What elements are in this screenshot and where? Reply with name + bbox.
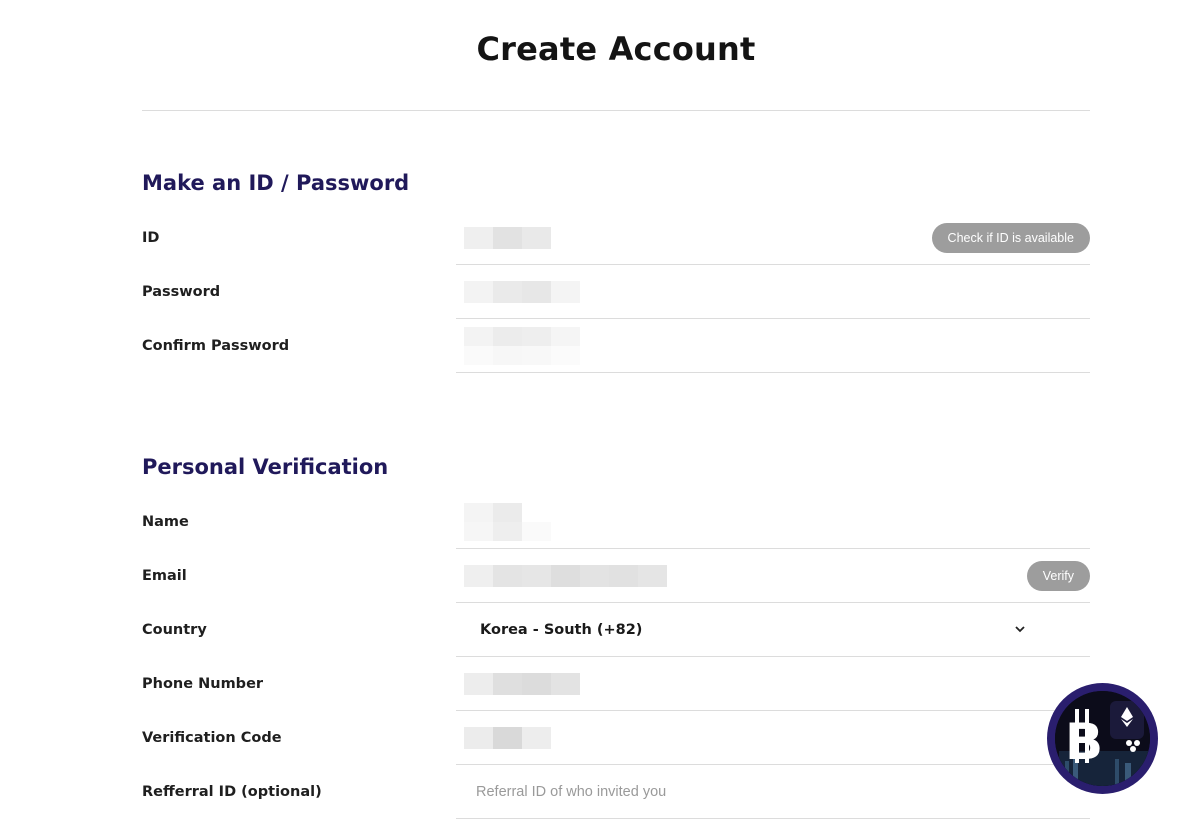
phone-field[interactable] [456, 657, 1090, 711]
email-label: Email [142, 568, 187, 584]
confirm-password-value-redacted [464, 326, 580, 365]
check-id-button[interactable]: Check if ID is available [931, 222, 1090, 253]
password-value-redacted [464, 280, 580, 303]
referral-input[interactable] [476, 783, 976, 800]
confirm-password-label: Confirm Password [142, 338, 290, 354]
email-field[interactable]: Verify [456, 549, 1090, 603]
crypto-logo-badge[interactable]: B [1047, 683, 1158, 794]
form-row-id: ID Check if ID is available [142, 211, 1090, 265]
name-label: Name [142, 514, 189, 530]
svg-text:B: B [1065, 713, 1103, 771]
referral-field [456, 765, 1090, 819]
verification-code-field[interactable] [456, 711, 1090, 765]
chevron-down-icon [1014, 624, 1026, 636]
email-value-redacted [464, 564, 667, 587]
password-field[interactable] [456, 265, 1090, 319]
password-label: Password [142, 284, 221, 300]
form-row-verification-code: Verification Code [142, 711, 1090, 765]
page-title: Create Account [476, 30, 756, 68]
id-value-redacted [464, 226, 551, 249]
form-row-name: Name [142, 495, 1090, 549]
verification-code-value-redacted [464, 726, 551, 749]
form-row-referral: Refferral ID (optional) [142, 765, 1090, 819]
phone-value-redacted [464, 672, 580, 695]
referral-label: Refferral ID (optional) [142, 784, 322, 800]
country-label: Country [142, 622, 207, 638]
crypto-coin-logo: B [1055, 691, 1150, 786]
form-row-email: Email Verify [142, 549, 1090, 603]
title-divider [142, 110, 1090, 111]
verification-code-label: Verification Code [142, 730, 282, 746]
form-row-country: Country Korea - South (+82) [142, 603, 1090, 657]
country-select-display[interactable]: Korea - South (+82) [480, 622, 1026, 638]
section-heading-personal-verification: Personal Verification [142, 455, 389, 479]
section-heading-id-password: Make an ID / Password [142, 171, 410, 195]
form-row-phone: Phone Number [142, 657, 1090, 711]
name-field[interactable] [456, 495, 1090, 549]
phone-label: Phone Number [142, 676, 264, 692]
country-select[interactable]: Korea - South (+82) [456, 603, 1090, 657]
id-field[interactable]: Check if ID is available [456, 211, 1090, 265]
country-selected-value: Korea - South (+82) [480, 621, 643, 638]
name-value-redacted [464, 502, 551, 541]
id-label: ID [142, 230, 160, 246]
form-row-password: Password [142, 265, 1090, 319]
verify-email-button[interactable]: Verify [1026, 560, 1090, 591]
form-row-confirm-password: Confirm Password [142, 319, 1090, 373]
confirm-password-field[interactable] [456, 319, 1090, 373]
